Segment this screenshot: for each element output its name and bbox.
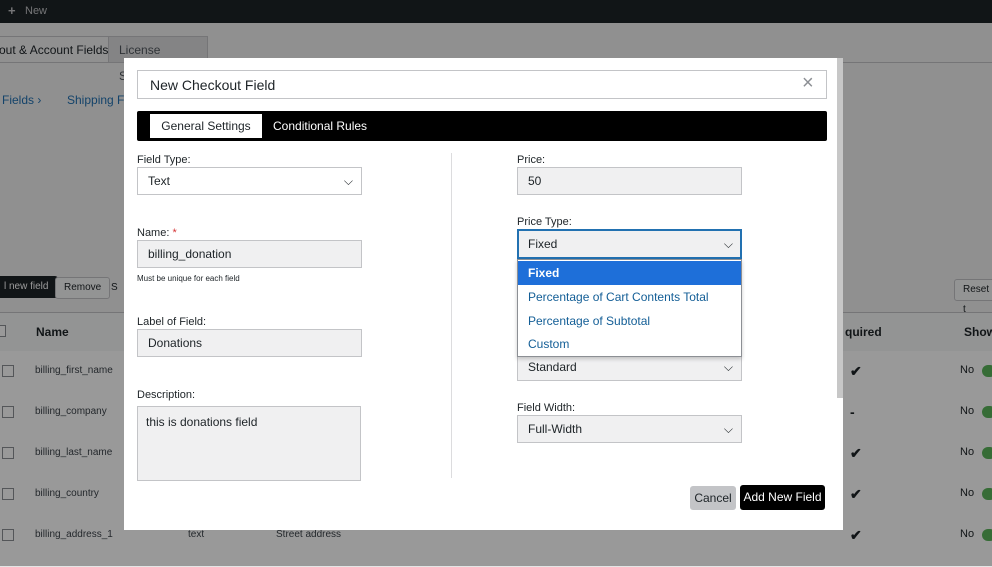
field-display-select[interactable]: Standard ⌵: [517, 353, 742, 381]
option-percentage-cart-total[interactable]: Percentage of Cart Contents Total: [518, 285, 741, 309]
field-type-label: Field Type:: [137, 154, 191, 166]
option-percentage-subtotal[interactable]: Percentage of Subtotal: [518, 309, 741, 333]
label-of-field-label: Label of Field:: [137, 316, 207, 328]
close-icon[interactable]: ×: [802, 73, 814, 93]
field-width-value: Full-Width: [528, 422, 583, 436]
field-display-value: Standard: [528, 360, 577, 374]
tab-conditional-rules[interactable]: Conditional Rules: [273, 114, 367, 138]
field-type-value: Text: [148, 174, 171, 188]
chevron-down-icon: ⌵: [723, 360, 733, 374]
add-new-field-submit-button[interactable]: Add New Field: [740, 485, 825, 510]
description-label: Description:: [137, 389, 196, 401]
chevron-down-icon: ⌵: [723, 422, 733, 436]
name-input[interactable]: billing_donation: [137, 240, 362, 268]
modal-tabs: General Settings Conditional Rules: [137, 111, 827, 141]
field-width-select[interactable]: Full-Width ⌵: [517, 415, 742, 443]
price-type-dropdown: Fixed Percentage of Cart Contents Total …: [517, 259, 742, 357]
option-fixed[interactable]: Fixed: [518, 261, 741, 285]
required-mark: *: [172, 227, 177, 239]
chevron-down-icon: ⌵: [343, 174, 353, 188]
name-help-text: Must be unique for each field: [137, 274, 240, 283]
modal-header: New Checkout Field ×: [137, 70, 827, 99]
description-textarea[interactable]: this is donations field: [137, 406, 361, 481]
name-label: Name: *: [137, 227, 177, 239]
field-width-label: Field Width:: [517, 402, 576, 414]
price-label: Price:: [517, 154, 546, 166]
tab-general-settings[interactable]: General Settings: [150, 114, 262, 138]
option-custom[interactable]: Custom: [518, 332, 741, 356]
field-type-select[interactable]: Text ⌵: [137, 167, 362, 195]
price-type-value: Fixed: [528, 237, 558, 251]
chevron-down-icon: ⌵: [723, 237, 733, 251]
new-checkout-field-modal: New Checkout Field × General Settings Co…: [124, 58, 843, 530]
modal-scrollbar[interactable]: [837, 58, 843, 398]
price-type-label: Price Type:: [517, 216, 572, 228]
modal-title: New Checkout Field: [150, 77, 276, 93]
price-type-select[interactable]: Fixed ⌵: [517, 229, 742, 259]
label-of-field-input[interactable]: Donations: [137, 329, 362, 357]
column-divider: [451, 153, 452, 478]
cancel-button[interactable]: Cancel: [690, 486, 736, 510]
price-input[interactable]: 50: [517, 167, 742, 195]
